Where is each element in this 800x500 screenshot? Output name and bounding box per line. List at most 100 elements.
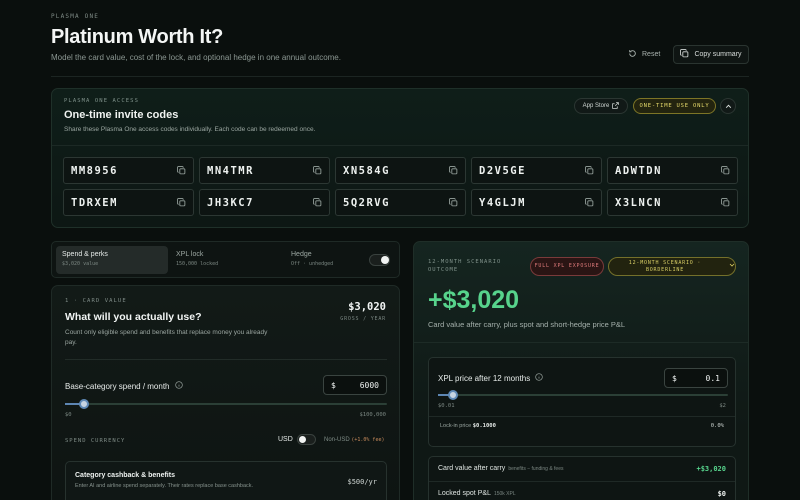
invite-code-card[interactable]: D2V5GE [471,157,602,184]
tab-sub: $3,020 value [62,261,99,267]
xpl-min-label: $0.01 [438,403,455,409]
hedge-toggle[interactable] [369,254,390,266]
outcome-row-sub: benefits − funding & fees [508,466,564,472]
copy-icon[interactable] [177,162,186,180]
invite-code-card[interactable]: XN584G [335,157,466,184]
invite-code: TDRXEM [71,196,118,209]
currency-usd-label: USD [278,436,293,443]
invite-code: D2V5GE [479,164,526,177]
outcome-row-label: Card value after carry benefits − funding… [438,465,564,472]
invite-code: X3LNCN [615,196,662,209]
scenario-eyebrow: 12-MONTH SCENARIO OUTCOME [428,259,502,273]
invite-code-card[interactable]: JH3KC7 [199,189,330,216]
outcome-row-label: Locked spot P&L 150k XPL [438,490,516,497]
slider-knob[interactable] [448,390,458,400]
invite-title: One-time invite codes [64,109,179,121]
invite-code: XN584G [343,164,390,177]
card-value-title: What will you actually use? [65,311,202,323]
invite-panel: PLASMA ONE ACCESS One-time invite codes … [51,88,749,228]
invite-code-card[interactable]: MM8956 [63,157,194,184]
outcome-rows: Card value after carry benefits − funding… [428,456,736,500]
one-time-badge: ONE-TIME USE ONLY [633,98,716,114]
tab-spend-perks[interactable]: Spend & perks $3,020 value [62,251,108,267]
spend-label-text: Base-category spend / month [65,381,170,391]
toggle-knob [299,436,306,443]
lockin-divider [429,416,735,417]
collapse-button[interactable] [720,98,736,114]
cashback-card[interactable]: Category cashback & benefits Enter AI an… [65,461,387,500]
invite-code: ADWTDN [615,164,662,177]
copy-icon[interactable] [585,194,594,212]
outcome-row-title: Locked spot P&L [438,490,491,497]
copy-icon[interactable] [313,194,322,212]
lockin-label-text: Lock-in price [440,423,472,429]
invite-code-card[interactable]: 5Q2RVG [335,189,466,216]
xpl-price-value: 0.1 [705,373,720,383]
xpl-price-input[interactable]: $ 0.1 [664,368,728,388]
app-eyebrow: PLASMA ONE [51,13,100,20]
copy-icon[interactable] [449,194,458,212]
reset-icon [628,49,637,60]
copy-icon[interactable] [449,162,458,180]
invite-code-card[interactable]: X3LNCN [607,189,738,216]
outcome-row: Card value after carry benefits − funding… [429,457,735,481]
copy-icon[interactable] [721,162,730,180]
invite-description: Share these Plasma One access codes indi… [64,126,316,133]
scenario-status-pill[interactable]: 12-MONTH SCENARIO · BORDERLINE [608,257,736,276]
spend-max-label: $100,000 [359,412,387,418]
invite-divider [52,145,748,146]
invite-code: JH3KC7 [207,196,254,209]
page-title: Platinum Worth It? [51,26,223,48]
outcome-row: Locked spot P&L 150k XPL $0 [429,481,735,500]
scenario-status-text: 12-MONTH SCENARIO · BORDERLINE [628,259,702,273]
invite-code-card[interactable]: MN4TMR [199,157,330,184]
outcome-row-title: Card value after carry [438,465,506,472]
invite-code-card[interactable]: Y4GLJM [471,189,602,216]
xpl-price-card: XPL price after 12 months $ 0.1 $0.01 $2… [428,357,736,447]
page-subtitle: Model the card value, cost of the lock, … [51,53,341,62]
card-value-eyebrow: 1 · CARD VALUE [65,298,127,304]
currency-label: SPEND CURRENCY [65,438,126,444]
spend-min-label: $0 [65,412,72,418]
card-value-description: Count only eligible spend and benefits t… [65,329,268,346]
tab-xpl-lock[interactable]: XPL lock 150,000 locked [176,251,218,267]
reset-button[interactable]: Reset [628,46,660,63]
cashback-title: Category cashback & benefits [75,472,175,479]
copy-summary-button[interactable]: Copy summary [673,45,749,64]
outcome-row-sub: 150k XPL [493,491,516,497]
spend-slider[interactable] [65,399,387,409]
tab-label: Spend & perks [62,251,108,258]
invite-code-card[interactable]: TDRXEM [63,189,194,216]
non-usd-fee: (+1.0% fee) [351,437,385,443]
lockin-label: Lock-in price $0.1000 [440,423,496,429]
lockin-price: $0.1000 [472,423,496,429]
copy-icon[interactable] [585,162,594,180]
info-icon[interactable] [535,373,543,383]
copy-icon[interactable] [721,194,730,212]
reset-label: Reset [642,51,661,58]
outcome-row-value: +$3,020 [696,465,726,473]
cashback-value: $500/yr [347,478,377,486]
copy-summary-label: Copy summary [694,51,742,58]
info-icon[interactable] [174,381,183,391]
full-exposure-pill: FULL XPL EXPOSURE [530,257,604,276]
slider-knob[interactable] [79,399,89,409]
invite-code-card[interactable]: ADWTDN [607,157,738,184]
card-value-amount: $3,020 [348,301,386,313]
copy-icon[interactable] [177,194,186,212]
xpl-max-label: $2 [719,403,726,409]
tab-sub: 150,000 locked [176,261,219,267]
xpl-price-slider[interactable] [438,390,728,400]
spend-input[interactable]: $ 6000 [323,375,387,395]
copy-icon[interactable] [313,162,322,180]
currency-toggle[interactable] [297,434,316,445]
spend-value: 6000 [359,380,379,390]
invite-code: Y4GLJM [479,196,526,209]
external-link-icon [612,101,620,111]
invite-eyebrow: PLASMA ONE ACCESS [64,98,139,104]
tab-label: Hedge [291,251,312,258]
app-store-link[interactable]: App Store [574,98,628,114]
tab-label: XPL lock [176,251,204,258]
section-tabs: Spend & perks $3,020 value XPL lock 150,… [51,241,400,278]
tab-hedge[interactable]: Hedge Off · unhedged [291,251,333,267]
